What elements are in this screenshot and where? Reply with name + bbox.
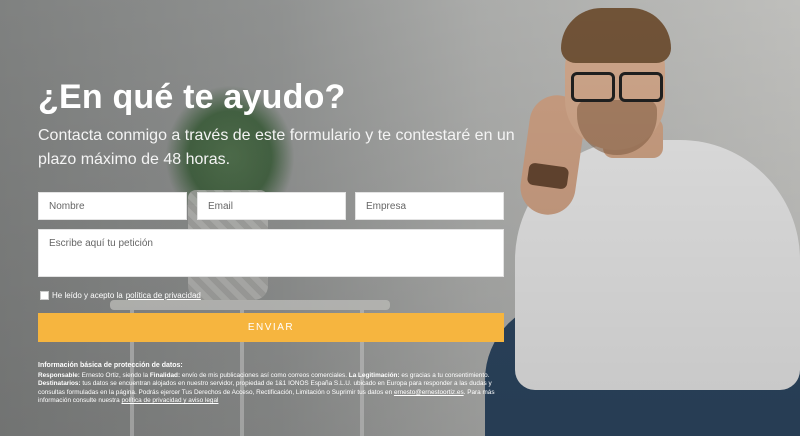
data-protection-info: Información básica de protección de dato… [38, 362, 504, 406]
consent-label: He leído y acepto la [52, 291, 123, 300]
legitimacion-text: es gracias a tu consentimiento. [399, 371, 490, 379]
contact-email-link[interactable]: ernesto@ernestoortiz.es [394, 389, 464, 396]
page-title: ¿En qué te ayudo? [38, 78, 346, 116]
privacy-checkbox[interactable] [40, 291, 49, 300]
send-button[interactable]: ENVIAR [38, 313, 504, 342]
legal-heading: Información básica de protección de dato… [38, 362, 183, 369]
page-subtitle: Contacta conmigo a través de este formul… [38, 127, 515, 168]
responsable-label: Responsable: [38, 371, 80, 379]
request-textarea[interactable] [38, 229, 504, 277]
company-input[interactable] [355, 192, 504, 220]
responsable-text: Ernesto Ortiz, siendo la [79, 371, 150, 379]
name-input[interactable] [38, 192, 187, 220]
finalidad-text: envío de mis publicaciones así como corr… [180, 371, 349, 379]
finalidad-label: Finalidad: [149, 371, 181, 379]
privacy-policy-link[interactable]: política de privacidad [126, 291, 201, 300]
destinatarios-label: Destinatarios: [38, 380, 81, 388]
email-input[interactable] [197, 192, 346, 220]
legitimacion-label: La Legitimación: [348, 371, 400, 379]
privacy-consent: He leído y acepto la política de privaci… [40, 291, 201, 300]
privacy-legal-link[interactable]: política de privacidad y aviso legal [121, 397, 218, 404]
